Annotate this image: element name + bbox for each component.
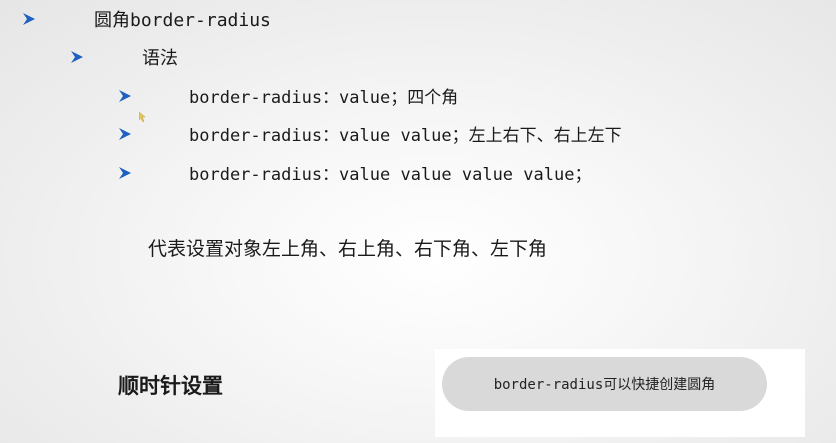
slide-title: 圆角border-radius [94, 10, 271, 31]
rounded-demo-pill: border-radius可以快捷创建圆角 [442, 357, 767, 411]
arrow-bullet-icon [118, 166, 132, 180]
slide-subtitle: 语法 [142, 48, 178, 69]
syntax-line-2: border-radius：value value；左上右下、右上左下 [118, 121, 622, 146]
bullet-subtitle: 语法 [70, 44, 178, 70]
arrow-bullet-icon [118, 127, 132, 141]
syntax-line-3: border-radius：value value value value； [118, 160, 591, 185]
syntax-text: border-radius：value value；左上右下、右上左下 [189, 126, 622, 146]
arrow-bullet-icon [70, 50, 84, 64]
syntax-text: border-radius：value；四个角 [189, 88, 459, 108]
demo-text: border-radius可以快捷创建圆角 [493, 377, 716, 393]
demo-panel: border-radius可以快捷创建圆角 [435, 349, 805, 437]
cursor-icon [139, 112, 146, 122]
bullet-title: 圆角border-radius [22, 6, 271, 32]
arrow-bullet-icon [22, 12, 36, 26]
syntax-text: border-radius：value value value value； [189, 165, 592, 185]
syntax-line-1: border-radius：value；四个角 [118, 83, 458, 108]
clockwise-label: 顺时针设置 [118, 374, 223, 398]
slide: 圆角border-radius 语法 border-radius：value；四… [0, 0, 836, 443]
arrow-bullet-icon [118, 89, 132, 103]
description-text: 代表设置对象左上角、右上角、右下角、左下角 [148, 238, 548, 260]
